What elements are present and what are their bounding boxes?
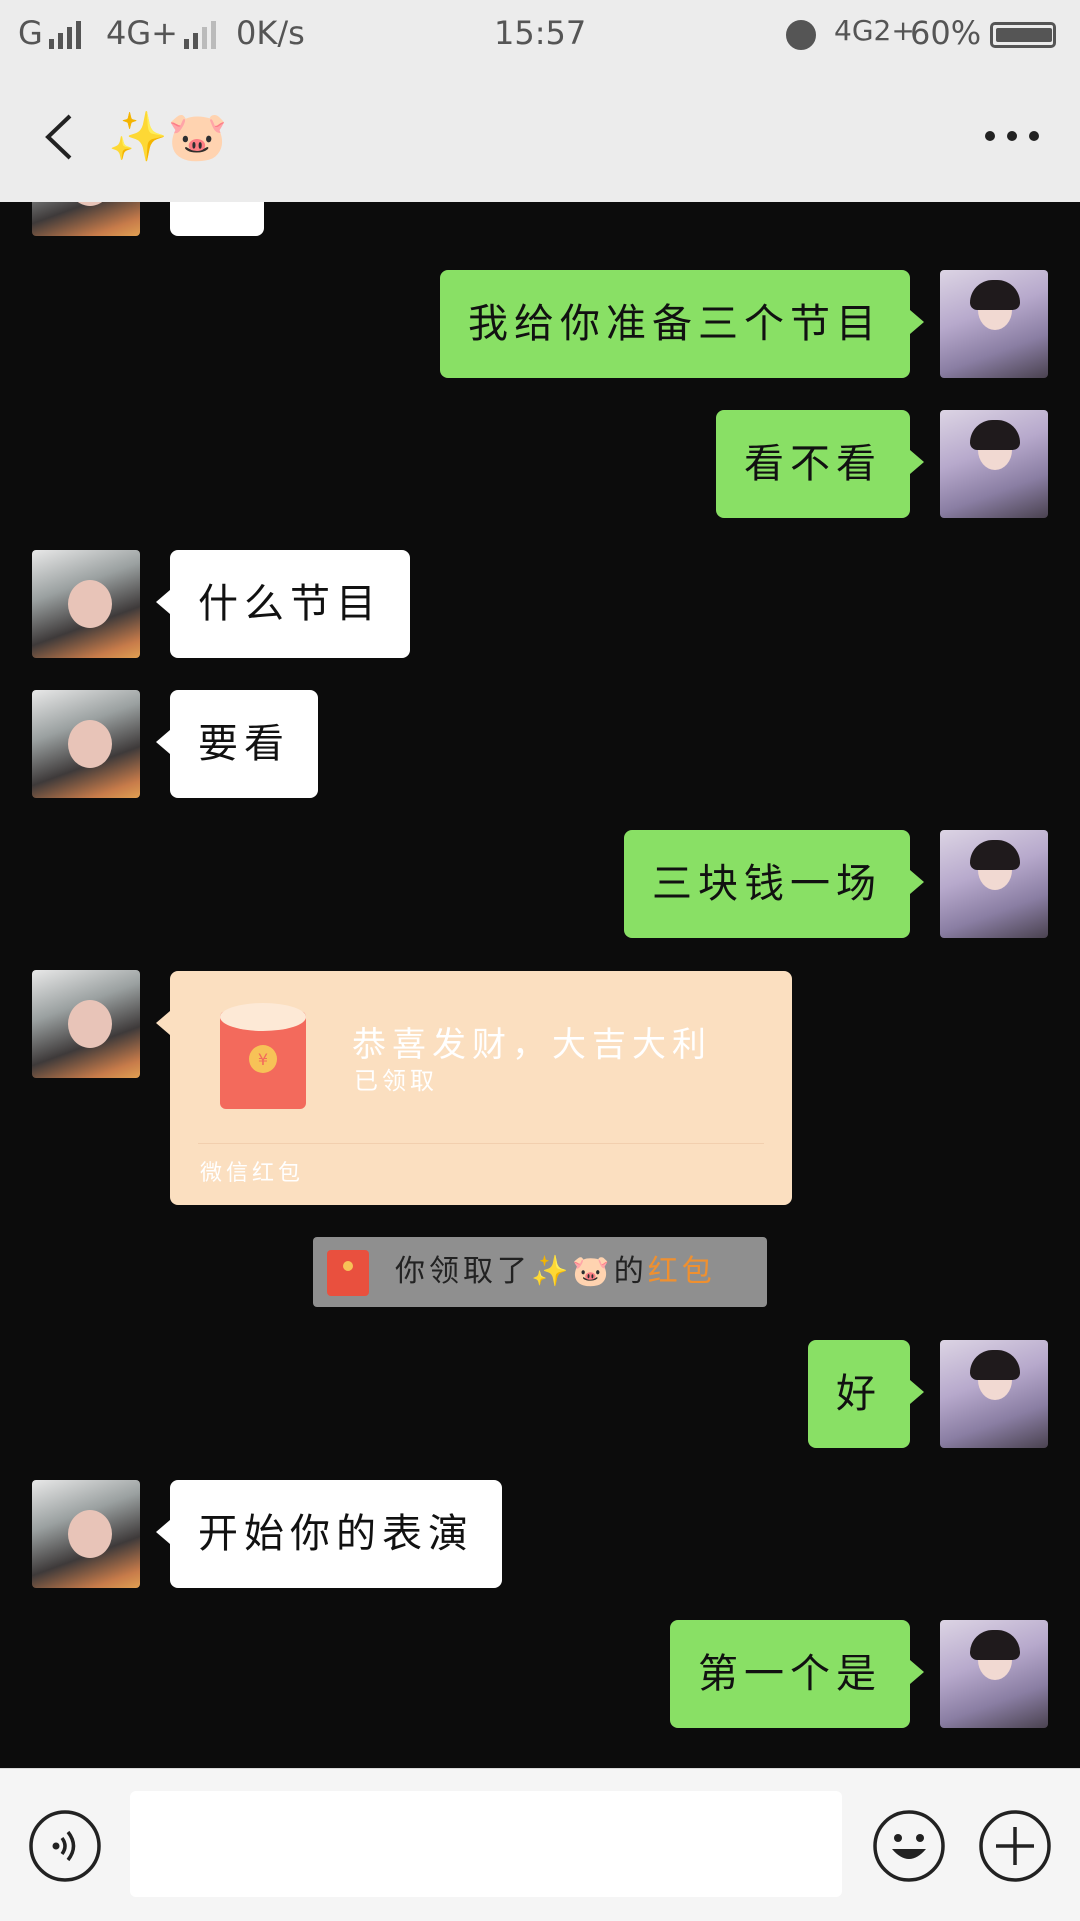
svg-text:¥: ¥ bbox=[258, 1050, 268, 1069]
signal-icon bbox=[48, 21, 81, 49]
red-packet-status: 已领取 bbox=[354, 1067, 438, 1095]
chat-header: ✨🐷 bbox=[0, 70, 1080, 202]
notice-text: 你领取了✨🐷的 bbox=[395, 1254, 648, 1289]
friend-avatar[interactable] bbox=[32, 690, 140, 798]
message-bubble-outgoing[interactable]: 好 bbox=[808, 1340, 924, 1448]
red-packet-title: 恭喜发财，大吉大利 bbox=[352, 1025, 712, 1065]
friend-avatar[interactable] bbox=[32, 550, 140, 658]
red-packet-footer: 微信红包 bbox=[200, 1161, 305, 1186]
friend-avatar[interactable] bbox=[32, 202, 140, 236]
battery-icon bbox=[990, 14, 1056, 52]
carrier2-text: 4G+ bbox=[106, 14, 178, 52]
system-notice: 你领取了✨🐷的红包 bbox=[313, 1237, 767, 1307]
message-bubble-outgoing[interactable]: 三块钱一场 bbox=[624, 830, 924, 938]
status-bar: G 4G+ 0K/s 15:57 4G2+ 60% bbox=[0, 0, 1080, 70]
battery-label: 60% bbox=[910, 14, 982, 52]
network-label: 4G2+ bbox=[834, 14, 915, 47]
speed-label: 0K/s bbox=[236, 14, 305, 52]
friend-avatar[interactable] bbox=[32, 970, 140, 1078]
message-bubble-incoming[interactable]: 要看 bbox=[156, 690, 318, 798]
message-bubble-partial bbox=[170, 202, 264, 236]
plus-icon[interactable] bbox=[978, 1809, 1052, 1883]
red-packet-message[interactable]: ¥ 恭喜发财，大吉大利 已领取 微信红包 bbox=[156, 971, 792, 1205]
message-bubble-outgoing[interactable]: 看不看 bbox=[716, 410, 924, 518]
my-avatar[interactable] bbox=[940, 1340, 1048, 1448]
message-bubble-outgoing[interactable]: 第一个是 bbox=[670, 1620, 924, 1728]
notice-link[interactable]: 红包 bbox=[648, 1254, 716, 1289]
message-bubble-incoming[interactable]: 什么节目 bbox=[156, 550, 410, 658]
my-avatar[interactable] bbox=[940, 270, 1048, 378]
chat-title: ✨🐷 bbox=[108, 109, 228, 165]
more-dots-icon[interactable] bbox=[984, 126, 1040, 146]
signal-icon-2 bbox=[183, 21, 216, 49]
message-list[interactable]: 我给你准备三个节目 看不看 什么节目 要看 三块钱一场 ¥ 恭喜发财，大吉大利 … bbox=[0, 202, 1080, 1768]
chevron-left-icon[interactable] bbox=[36, 112, 86, 162]
alarm-icon bbox=[786, 14, 816, 52]
carrier1-label: G bbox=[18, 14, 43, 52]
message-bubble-outgoing[interactable]: 我给你准备三个节目 bbox=[440, 270, 924, 378]
message-input[interactable] bbox=[130, 1791, 842, 1897]
my-avatar[interactable] bbox=[940, 1620, 1048, 1728]
emoji-icon[interactable] bbox=[872, 1809, 946, 1883]
carrier-label: G bbox=[18, 14, 87, 52]
my-avatar[interactable] bbox=[940, 410, 1048, 518]
red-packet-icon: ¥ bbox=[220, 1003, 306, 1109]
clock: 15:57 bbox=[494, 14, 587, 52]
red-packet-divider bbox=[198, 1143, 764, 1144]
voice-icon[interactable] bbox=[28, 1809, 102, 1883]
friend-avatar[interactable] bbox=[32, 1480, 140, 1588]
message-bubble-incoming[interactable]: 开始你的表演 bbox=[156, 1480, 502, 1588]
carrier2-label: 4G+ bbox=[106, 14, 222, 52]
my-avatar[interactable] bbox=[940, 830, 1048, 938]
red-packet-icon bbox=[327, 1250, 369, 1296]
input-bar bbox=[0, 1768, 1080, 1921]
